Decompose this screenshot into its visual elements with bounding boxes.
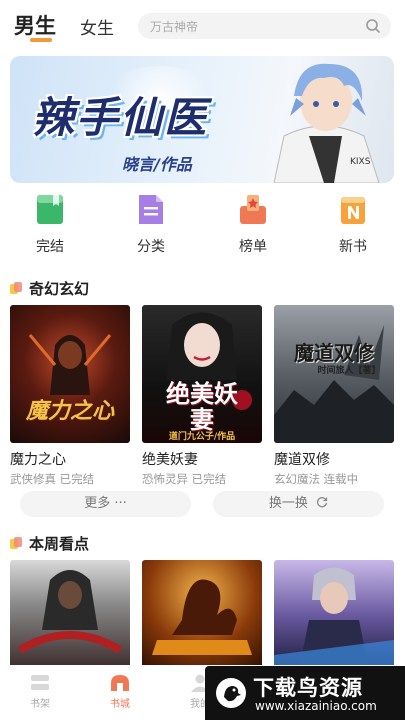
category-classify[interactable]: 分类 [111, 192, 191, 256]
watermark-name: 下载鸟资源 [253, 676, 363, 700]
category-label: 新书 [339, 239, 367, 255]
promo-banner[interactable]: 辣手仙医 晓言/作品 KIXS [10, 56, 394, 183]
tab-active-indicator [30, 38, 52, 42]
book-cover[interactable] [10, 560, 130, 670]
book-card[interactable]: 魔道双修 时间旅人【著】 魔道双修 玄幻魔法 连载中 [274, 305, 394, 487]
cover-title: 魔力之心 [25, 399, 114, 424]
svg-text:KIXS: KIXS [350, 157, 371, 167]
banner-title: 辣手仙医 [32, 93, 209, 142]
book-meta: 恐怖灵异 已完结 [142, 472, 227, 486]
ranking-icon [240, 195, 266, 224]
watermark-url: www.xiazainiao.com [255, 699, 377, 713]
section-title: 奇幻玄幻 [29, 280, 90, 298]
cover-title: 魔道双修 [294, 341, 374, 365]
book-title: 绝美妖妻 [142, 452, 198, 468]
bookstore-icon [111, 675, 129, 691]
category-completed[interactable]: 完结 [10, 192, 90, 256]
cover-art [17, 570, 123, 654]
cover-author: 道门九公子/作品 [168, 432, 236, 442]
book-icon [37, 195, 63, 224]
book-cover[interactable]: 魔道双修 时间旅人【著】 [274, 305, 394, 443]
nav-label: 书城 [110, 699, 130, 710]
category-label: 完结 [36, 239, 64, 255]
tab-female[interactable]: 女生 [80, 14, 114, 39]
book-card[interactable]: 魔力之心 魔力之心 武侠修真 已完结 [10, 305, 130, 487]
bookshelf-icon [31, 675, 49, 690]
book-title: 魔力之心 [10, 452, 66, 468]
book-meta: 玄幻魔法 连载中 [274, 472, 359, 486]
bird-logo-icon [216, 678, 246, 708]
refresh-button[interactable]: 换一换 [213, 491, 384, 517]
category-row: 完结 分类 榜单 新书 [0, 192, 405, 262]
book-cover[interactable]: 魔力之心 [10, 305, 130, 443]
category-label: 榜单 [239, 239, 267, 255]
search-icon[interactable] [365, 18, 381, 34]
section-title: 本周看点 [29, 535, 90, 553]
refresh-label: 换一换 [268, 496, 308, 511]
section-header-fantasy: 奇幻玄幻 [10, 278, 130, 298]
more-button[interactable]: 更多 ··· [20, 491, 191, 517]
cover-title: 绝美妖妻 [166, 380, 238, 434]
nav-label: 书架 [30, 699, 50, 710]
banner-character-illustration: KIXS [273, 63, 380, 183]
new-badge-icon [341, 197, 365, 224]
tab-male[interactable]: 男生 [14, 10, 56, 40]
top-bar: 男生 女生 万古神帝 [0, 0, 405, 50]
nav-bookstore[interactable]: 书城 [90, 673, 150, 710]
section-header-weekly: 本周看点 [10, 533, 130, 553]
category-label: 分类 [137, 239, 165, 255]
cover-author: 时间旅人【著】 [317, 366, 381, 376]
refresh-icon [317, 497, 328, 508]
section-marker-icon [10, 282, 22, 294]
banner-author: 晓言/作品 [122, 155, 192, 174]
search-input[interactable]: 万古神帝 [138, 13, 391, 39]
book-card[interactable]: 绝美妖妻 道门九公子/作品 绝美妖妻 恐怖灵异 已完结 [142, 305, 262, 487]
book-meta: 武侠修真 已完结 [10, 472, 95, 486]
cover-art [152, 579, 252, 655]
category-new-books[interactable]: 新书 [313, 192, 393, 256]
book-cover[interactable] [274, 560, 394, 670]
section-marker-icon [10, 537, 22, 549]
book-cover[interactable]: 绝美妖妻 道门九公子/作品 [142, 305, 262, 443]
book-cover[interactable] [142, 560, 262, 670]
search-placeholder: 万古神帝 [150, 20, 199, 34]
category-rankings[interactable]: 榜单 [213, 192, 293, 256]
book-title: 魔道双修 [274, 452, 330, 468]
nav-bookshelf[interactable]: 书架 [10, 673, 70, 710]
document-icon [139, 195, 163, 224]
cover-art [274, 567, 394, 670]
watermark: 下载鸟资源 www.xiazainiao.com [205, 666, 405, 720]
